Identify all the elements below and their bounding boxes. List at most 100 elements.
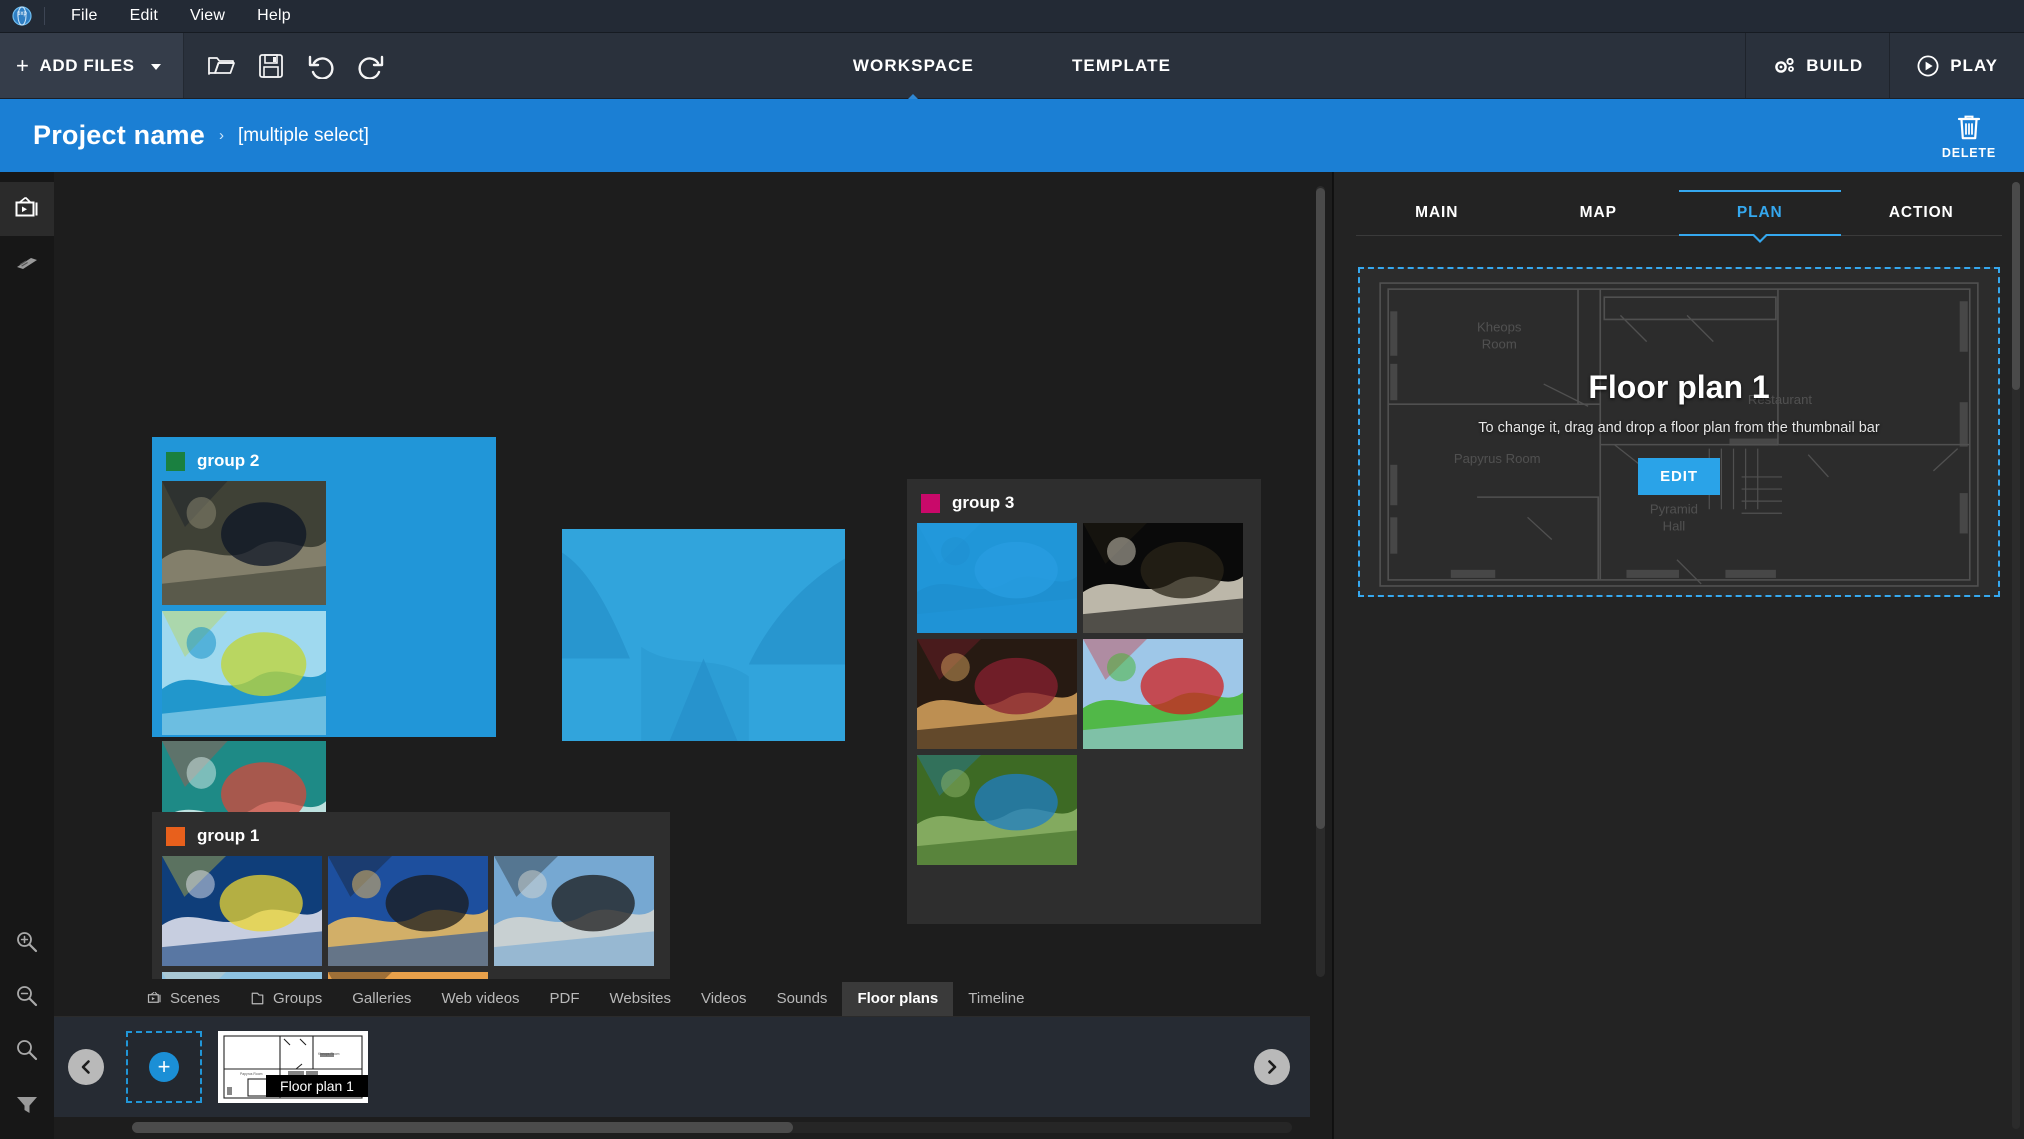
page-title[interactable]: Project name: [33, 120, 205, 151]
workspace-canvas[interactable]: group 2 group 3 group 1 Scenes Groups Galler…: [54, 172, 1333, 1139]
scrollbar-thumb[interactable]: [1316, 188, 1325, 829]
group-color-swatch: [166, 451, 185, 471]
toolbar-icon-group: [184, 33, 408, 98]
content-tab-label: Groups: [273, 990, 323, 1007]
svg-text:Hall: Hall: [1663, 518, 1686, 533]
skaters-ramp-photo[interactable]: [494, 856, 654, 966]
tab-workspace[interactable]: WORKSPACE: [849, 50, 978, 82]
scenes-icon: [14, 196, 40, 222]
content-type-tabs: Scenes Groups Galleries Web videos PDF Websit…: [54, 979, 1310, 1017]
menu-item-edit[interactable]: Edit: [114, 3, 174, 29]
scrollbar-thumb[interactable]: [132, 1122, 794, 1133]
menu-item-file[interactable]: File: [55, 3, 114, 29]
floor-plan-thumbnail[interactable]: Papyrus Room Kheops Room Floor plan 1: [218, 1031, 368, 1103]
hiker-camera-photo[interactable]: [917, 755, 1077, 865]
zoom-fit-icon[interactable]: [0, 1023, 54, 1077]
build-button[interactable]: BUILD: [1745, 33, 1889, 98]
content-tab-groups[interactable]: Groups: [235, 982, 337, 1016]
content-tab-label: PDF: [549, 990, 580, 1007]
fireworks-sparks-photo[interactable]: [1083, 523, 1243, 633]
race-cars-photo[interactable]: [1083, 639, 1243, 749]
group-header: group 1: [162, 822, 660, 850]
content-tab-web-videos[interactable]: Web videos: [426, 982, 534, 1016]
content-tab-videos[interactable]: Videos: [686, 982, 762, 1016]
tab-action[interactable]: ACTION: [1840, 190, 2002, 236]
group-box-group3[interactable]: group 3: [907, 479, 1261, 924]
group-header: group 2: [162, 447, 486, 475]
play-button[interactable]: PLAY: [1889, 33, 2024, 98]
content-tab-pdf[interactable]: PDF: [535, 982, 595, 1016]
canvas-vertical-scrollbar[interactable]: [1316, 186, 1325, 977]
content-tab-sounds[interactable]: Sounds: [762, 982, 843, 1016]
redo-icon[interactable]: [356, 51, 386, 81]
open-folder-icon[interactable]: [206, 51, 236, 81]
content-tab-floor-plans[interactable]: Floor plans: [842, 982, 954, 1016]
content-tab-timeline[interactable]: Timeline: [953, 982, 1039, 1016]
floor-plan-dropzone[interactable]: Kheops Room Papyrus Room Pyramid Hall Re…: [1358, 267, 2000, 597]
group-box-group2[interactable]: group 2: [152, 437, 496, 979]
edit-button[interactable]: EDIT: [1638, 458, 1720, 495]
svg-text:Papyrus Room: Papyrus Room: [1454, 451, 1541, 466]
content-tab-scenes[interactable]: Scenes: [132, 982, 235, 1016]
rail-item-scenes[interactable]: [0, 182, 54, 236]
content-tab-label: Web videos: [441, 990, 520, 1007]
main-body: group 2 group 3 group 1 Scenes Groups Galler…: [0, 172, 2024, 1139]
trash-icon: [1955, 112, 1983, 142]
filter-icon[interactable]: [0, 1077, 54, 1131]
group-tiles: [917, 523, 1251, 865]
panel-vertical-scrollbar[interactable]: [2012, 182, 2020, 1129]
skydive-formation-photo[interactable]: [328, 972, 488, 979]
svg-text:Papyrus Room: Papyrus Room: [240, 1072, 263, 1076]
group-box-group1[interactable]: group 1: [152, 812, 670, 979]
scrollbar-thumb[interactable]: [2012, 182, 2020, 391]
selected-video-thumbnail[interactable]: [560, 527, 847, 743]
paraglider-pilot-photo[interactable]: [917, 639, 1077, 749]
undo-icon[interactable]: [306, 51, 336, 81]
add-files-button[interactable]: + ADD FILES: [0, 33, 184, 98]
group-title: group 3: [952, 493, 1015, 512]
tab-main[interactable]: MAIN: [1356, 190, 1518, 236]
chevron-down-icon: [150, 64, 161, 70]
menu-item-view[interactable]: View: [174, 3, 241, 29]
content-tab-label: Scenes: [170, 990, 221, 1007]
add-floor-plan-slot[interactable]: +: [126, 1031, 202, 1103]
group-color-swatch: [166, 826, 185, 846]
scene-canvas[interactable]: group 2 group 3 group 1: [54, 172, 1310, 979]
beach-cove-photo[interactable]: [162, 972, 322, 979]
strip-next-button[interactable]: [1254, 1049, 1290, 1085]
strip-prev-button[interactable]: [68, 1049, 104, 1085]
tab-plan[interactable]: PLAN: [1679, 190, 1841, 236]
scenes-icon: [147, 991, 162, 1006]
group-tiles: [162, 856, 660, 979]
plan-title: Floor plan 1: [1588, 369, 1770, 405]
tab-label: ACTION: [1888, 203, 1954, 221]
svg-text:Kheops Room: Kheops Room: [318, 1052, 340, 1056]
delete-button[interactable]: DELETE: [1914, 99, 2024, 172]
content-tab-label: Videos: [700, 990, 747, 1007]
content-tab-websites[interactable]: Websites: [595, 982, 686, 1016]
strip-horizontal-scrollbar[interactable]: [132, 1122, 1292, 1133]
menu-divider: [44, 7, 45, 25]
tab-label: MAIN: [1415, 203, 1459, 221]
climbers-photo[interactable]: [917, 523, 1077, 633]
play-circle-icon: [1916, 54, 1940, 78]
tab-template[interactable]: TEMPLATE: [1068, 50, 1175, 82]
zoom-out-icon[interactable]: [0, 969, 54, 1023]
plan-hint: To change it, drag and drop a floor plan…: [1478, 420, 1880, 436]
tab-map[interactable]: MAP: [1517, 190, 1679, 236]
save-disk-icon[interactable]: [256, 51, 286, 81]
underwater-diver-photo[interactable]: [162, 611, 326, 735]
left-rail: [0, 172, 54, 1139]
content-tab-galleries[interactable]: Galleries: [337, 982, 426, 1016]
left-rail-bottom: [0, 915, 54, 1131]
zoom-in-icon[interactable]: [0, 915, 54, 969]
content-tab-label: Floor plans: [857, 990, 939, 1007]
skydiver-sunset-photo[interactable]: [328, 856, 488, 966]
bridge-canyon-photo[interactable]: [162, 481, 326, 605]
rail-item-library[interactable]: [0, 236, 54, 290]
rollercoaster-riders-photo[interactable]: [162, 856, 322, 966]
floor-plan-preview: Kheops Room Papyrus Room Pyramid Hall Re…: [1379, 282, 1979, 587]
svg-text:Room: Room: [1482, 337, 1517, 352]
delete-label: DELETE: [1941, 145, 1996, 160]
menu-item-help[interactable]: Help: [241, 3, 307, 29]
